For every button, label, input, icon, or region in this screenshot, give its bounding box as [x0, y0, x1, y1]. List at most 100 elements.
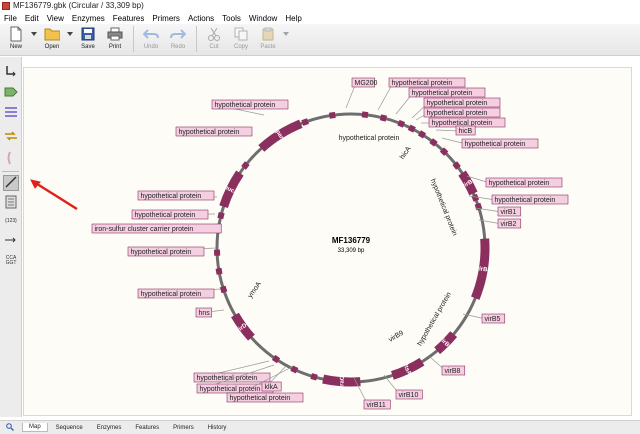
orf-bracket-icon	[6, 151, 16, 168]
copy-label: Copy	[233, 44, 248, 50]
feature-block	[310, 373, 318, 381]
inner-feature-label: virB9	[388, 330, 405, 344]
menu-file[interactable]: File	[4, 14, 17, 23]
new-file-icon	[8, 26, 24, 42]
cut-button[interactable]: Cut	[201, 24, 227, 54]
folder-icon	[44, 26, 60, 42]
sequence-icon	[5, 195, 17, 212]
redo-button[interactable]: Redo	[165, 24, 191, 54]
tab-primers-label: Primers	[173, 424, 194, 431]
feature-label: hypothetical protein	[427, 100, 488, 107]
menu-tools[interactable]: Tools	[222, 14, 241, 23]
feature-label: hypothetical protein	[392, 80, 453, 87]
selection-tool-button[interactable]	[3, 175, 19, 191]
search-icon	[6, 422, 14, 431]
feature-label: hypothetical protein	[412, 90, 473, 97]
redo-label: Redo	[170, 44, 186, 50]
feature-block	[215, 267, 223, 275]
primer-arrows-icon	[4, 129, 18, 146]
numbers-button[interactable]: {123}	[3, 213, 19, 229]
feature-label: virB1	[501, 209, 517, 216]
show-sequence-button[interactable]	[3, 195, 19, 211]
cut-label: Cut	[209, 44, 219, 50]
feature-block	[379, 114, 388, 122]
tab-primers[interactable]: Primers	[167, 424, 200, 432]
feature-block	[213, 249, 221, 256]
feature-label: hypothetical protein	[495, 197, 556, 204]
undo-icon	[143, 26, 159, 42]
paste-label: Paste	[260, 44, 276, 50]
print-button[interactable]: Print	[102, 24, 128, 54]
save-button[interactable]: Save	[75, 24, 101, 54]
feature-name: traG	[339, 375, 346, 388]
feature-block	[301, 118, 310, 126]
feature-label: hypothetical protein	[197, 375, 258, 382]
feature-label: hypothetical protein	[230, 395, 291, 402]
menu-bar: File Edit View Enzymes Features Primers …	[0, 12, 640, 24]
menu-help[interactable]: Help	[285, 14, 301, 23]
menu-enzymes[interactable]: Enzymes	[72, 14, 105, 23]
toolbar-separator	[196, 26, 197, 52]
feature-label: hypothetical protein	[179, 129, 240, 136]
feature-label: klkA	[265, 384, 279, 391]
feature-label: virB8	[445, 368, 461, 375]
tab-sequence[interactable]: Sequence	[50, 424, 89, 432]
enzyme-code-button[interactable]: CCA GGT	[3, 253, 19, 269]
tab-enzymes-label: Enzymes	[96, 424, 122, 431]
show-enzymes-button[interactable]	[3, 105, 19, 121]
feature-label: hypothetical protein	[200, 386, 261, 393]
open-label: Open	[44, 44, 60, 50]
menu-view[interactable]: View	[47, 14, 64, 23]
palette-separator	[2, 171, 19, 172]
save-icon	[80, 26, 96, 42]
feature-block	[328, 111, 336, 119]
print-label: Print	[108, 44, 122, 50]
tab-features-label: Features	[135, 424, 160, 431]
menu-actions[interactable]: Actions	[188, 14, 214, 23]
undo-label: Undo	[143, 44, 159, 50]
inner-feature-label: hypothetical protein	[339, 135, 400, 142]
menu-window[interactable]: Window	[249, 14, 277, 23]
menu-features[interactable]: Features	[113, 14, 145, 23]
menu-edit[interactable]: Edit	[25, 14, 39, 23]
copy-button[interactable]: Copy	[228, 24, 254, 54]
paste-dropdown[interactable]	[282, 24, 290, 54]
tab-map[interactable]: Map	[22, 423, 48, 432]
tab-map-label: Map	[29, 424, 41, 430]
feature-label: iron-sulfur cluster carrier protein	[95, 226, 194, 233]
menu-primers[interactable]: Primers	[152, 14, 180, 23]
feature-label: virB10	[399, 392, 419, 399]
feature-label: virB11	[367, 402, 386, 409]
feature-label: hypothetical protein	[465, 141, 526, 148]
feature-label: hypothetical protein	[141, 193, 202, 200]
show-translation-button[interactable]	[3, 233, 19, 249]
scissors-icon	[206, 26, 222, 42]
toolbar-separator	[133, 26, 134, 52]
toolbar: New Open Save Print Undo Redo Cut Copy P…	[0, 24, 640, 56]
map-canvas[interactable]: par mucA virB2 virB4 virB6 virD4 traG ftsA MF136…	[23, 67, 632, 416]
undo-button[interactable]: Undo	[138, 24, 164, 54]
feature-label: hypothetical protein	[131, 249, 192, 256]
title-bar: MF136779.gbk (Circular / 33,309 bp)	[0, 0, 640, 11]
search-button[interactable]	[0, 422, 20, 434]
copy-icon	[233, 26, 249, 42]
tab-history[interactable]: History	[202, 424, 233, 432]
chevron-down-icon	[278, 26, 294, 42]
tab-enzymes[interactable]: Enzymes	[91, 424, 128, 432]
redo-icon	[170, 26, 186, 42]
new-label: New	[9, 44, 22, 50]
map-length: 33,309 bp	[338, 248, 365, 254]
open-dropdown[interactable]	[66, 24, 74, 54]
left-tool-palette: {123} CCA GGT	[0, 57, 22, 417]
show-orfs-button[interactable]	[3, 151, 19, 167]
feature-arrow-icon	[4, 86, 18, 101]
show-features-button[interactable]	[3, 85, 19, 101]
plasmid-map: parmucA virB2virB4virB6virD4traGftsAMF136…	[91, 77, 569, 410]
linear-circular-toggle-button[interactable]	[3, 63, 19, 79]
tab-features[interactable]: Features	[129, 424, 165, 432]
numbers-label: {123}	[5, 218, 17, 224]
show-primers-button[interactable]	[3, 129, 19, 145]
inner-feature-label: hypothetical protein	[429, 178, 458, 237]
circular-arrow-icon	[4, 63, 18, 80]
new-dropdown[interactable]	[30, 24, 38, 54]
